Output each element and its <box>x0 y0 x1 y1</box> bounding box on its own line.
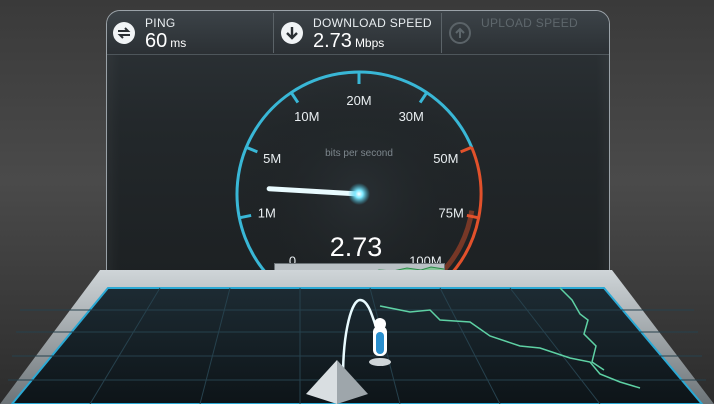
gauge-tick-label: 10M <box>294 109 319 124</box>
gauge-tick-label: 75M <box>439 205 464 220</box>
gauge-tick-label: 30M <box>399 109 424 124</box>
gauge-caption: bits per second <box>325 148 393 159</box>
gauge-tick-label: 5M <box>263 151 281 166</box>
gauge-tick-label: 1M <box>258 205 276 220</box>
server-map <box>0 270 714 404</box>
needle-hub <box>348 183 370 205</box>
gauge-tick-label: 20M <box>346 93 371 108</box>
gauge-tick-label: 50M <box>433 151 458 166</box>
speed-gauge: 01M5M10M20M30M50M75M100M bits per second… <box>235 70 483 294</box>
gauge-reading: 2.73 <box>330 232 383 262</box>
